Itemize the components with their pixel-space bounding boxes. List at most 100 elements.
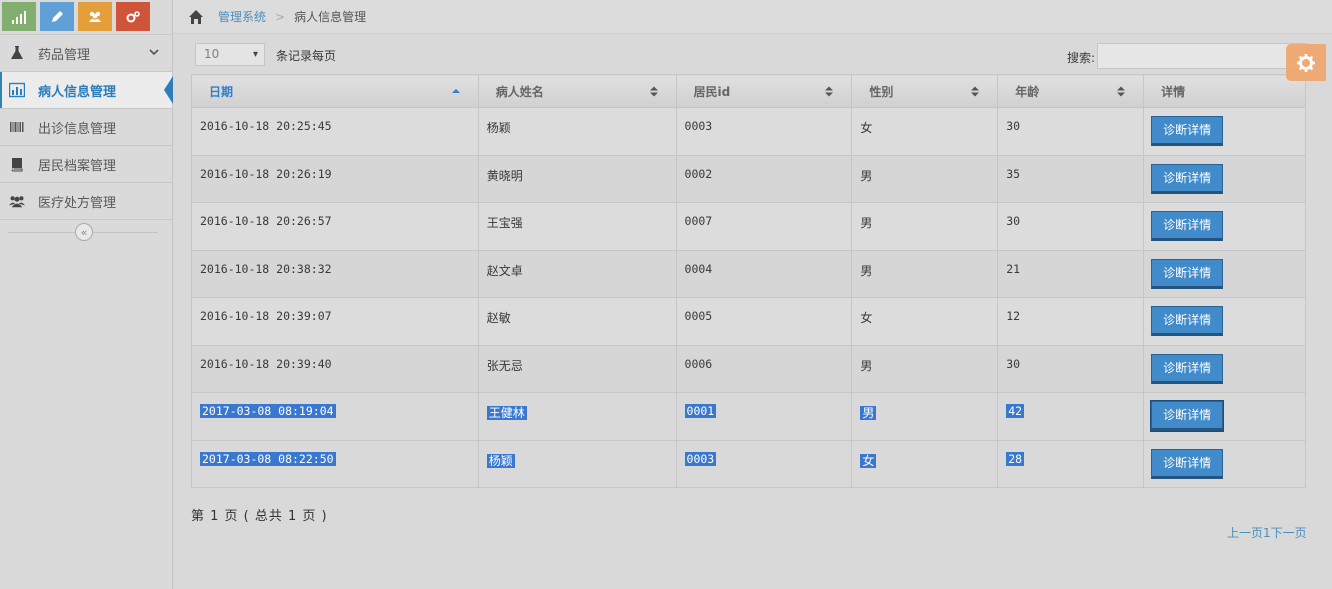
cell-sex: 男 <box>851 392 999 441</box>
users-icon <box>8 193 26 209</box>
column-header-resident-id[interactable]: 居民id <box>675 74 853 108</box>
cell-action: 诊断详情 <box>1143 439 1306 488</box>
prev-page-link[interactable]: 上一页 <box>1227 526 1263 540</box>
page-length-select[interactable]: 10 ▾ <box>195 43 265 66</box>
cell-resident-id: 0002 <box>675 154 853 203</box>
sidebar-item-label: 药品管理 <box>38 47 91 63</box>
cell-name: 王宝强 <box>477 202 677 251</box>
diagnosis-details-button[interactable]: 诊断详情 <box>1151 353 1224 384</box>
page-number-link[interactable]: 1 <box>1263 526 1271 540</box>
cell-date: 2016-10-18 20:39:07 <box>191 297 479 346</box>
cell-date: 2016-10-18 20:26:19 <box>191 154 479 203</box>
cell-resident-id: 0004 <box>675 249 853 298</box>
cell-resident-id: 0003 <box>675 439 853 488</box>
cell-date: 2016-10-18 20:26:57 <box>191 202 479 251</box>
sidebar-item-visit-info[interactable]: 出诊信息管理 <box>0 109 172 146</box>
shortcut-stats-button[interactable] <box>2 2 36 31</box>
cell-action: 诊断详情 <box>1143 297 1306 346</box>
page-length-value: 10 <box>204 47 220 61</box>
sidebar-item-resident-archive[interactable]: 居民档案管理 <box>0 146 172 183</box>
cell-age: 42 <box>997 392 1145 441</box>
table-header-row: 日期 病人姓名 居民id 性别 年龄 详情 <box>191 74 1306 108</box>
cell-sex: 女 <box>851 297 999 346</box>
cell-resident-id: 0007 <box>675 202 853 251</box>
diagnosis-details-button[interactable]: 诊断详情 <box>1151 163 1224 194</box>
shortcut-users-button[interactable] <box>78 2 112 31</box>
next-page-link[interactable]: 下一页 <box>1271 526 1307 540</box>
pencil-icon <box>52 10 63 22</box>
chevron-down-icon <box>149 49 159 56</box>
diagnosis-details-button[interactable]: 诊断详情 <box>1151 401 1224 431</box>
sidebar-collapse-bar: « <box>0 220 172 246</box>
cell-resident-id: 0005 <box>675 297 853 346</box>
shortcut-settings-button[interactable] <box>116 2 150 31</box>
page-length-label: 条记录每页 <box>276 49 337 63</box>
signal-icon <box>12 10 26 24</box>
settings-toggle-button[interactable] <box>1286 44 1326 81</box>
table-row: 2016-10-18 20:38:32 赵文卓 0004 男 21 诊断详情 <box>191 249 1306 298</box>
cell-action: 诊断详情 <box>1143 344 1306 393</box>
cell-age: 30 <box>997 202 1145 251</box>
cell-name: 杨颖 <box>477 439 677 488</box>
caret-down-icon: ▾ <box>252 49 258 60</box>
column-header-name[interactable]: 病人姓名 <box>477 74 677 108</box>
group-icon <box>89 11 101 22</box>
cell-action: 诊断详情 <box>1143 202 1306 251</box>
gear-icon <box>1297 53 1315 72</box>
sort-icon <box>971 86 980 97</box>
cogs-icon <box>126 10 140 22</box>
column-header-sex[interactable]: 性别 <box>851 74 999 108</box>
table-row: 2016-10-18 20:39:07 赵敏 0005 女 12 诊断详情 <box>191 297 1306 346</box>
column-header-details: 详情 <box>1143 74 1306 108</box>
sidebar: 药品管理 病人信息管理 出诊信息管理 居民档案管理 医疗处方管理 « <box>0 0 173 589</box>
active-pointer <box>164 76 173 104</box>
home-icon[interactable] <box>188 9 204 25</box>
cell-sex: 女 <box>851 107 999 156</box>
flask-icon <box>8 45 26 61</box>
cell-name: 黄晓明 <box>477 154 677 203</box>
cell-age: 12 <box>997 297 1145 346</box>
sidebar-item-label: 医疗处方管理 <box>38 195 117 211</box>
cell-age: 30 <box>997 107 1145 156</box>
sidebar-item-drug-management[interactable]: 药品管理 <box>0 35 172 72</box>
breadcrumb-current: 病人信息管理 <box>294 10 367 24</box>
table-row: 2016-10-18 20:26:57 王宝强 0007 男 30 诊断详情 <box>191 202 1306 251</box>
breadcrumb: 管理系统 > 病人信息管理 <box>173 0 1332 34</box>
sidebar-item-patient-info[interactable]: 病人信息管理 <box>0 72 173 109</box>
diagnosis-details-button[interactable]: 诊断详情 <box>1151 211 1224 241</box>
cell-sex: 男 <box>851 154 999 203</box>
sidebar-item-prescription[interactable]: 医疗处方管理 <box>0 183 172 220</box>
shortcut-edit-button[interactable] <box>40 2 74 31</box>
sort-asc-icon <box>451 89 460 93</box>
cell-resident-id: 0001 <box>675 392 853 441</box>
sort-icon <box>1117 86 1126 97</box>
barcode-icon <box>8 119 26 135</box>
search-input[interactable] <box>1097 43 1307 69</box>
patient-table: 日期 病人姓名 居民id 性别 年龄 详情 2016-10-18 20:25:4… <box>191 74 1306 488</box>
main-content: 管理系统 > 病人信息管理 10 ▾ 条记录每页 搜索: 日期 病人姓名 居民i… <box>173 0 1332 589</box>
breadcrumb-separator: > <box>275 9 286 24</box>
sidebar-nav: 药品管理 病人信息管理 出诊信息管理 居民档案管理 医疗处方管理 <box>0 34 173 220</box>
column-header-age[interactable]: 年龄 <box>997 74 1145 108</box>
table-row: 2016-10-18 20:26:19 黄晓明 0002 男 35 诊断详情 <box>191 154 1306 203</box>
shortcut-bar <box>0 0 172 34</box>
cell-name: 张无忌 <box>477 344 677 393</box>
cell-action: 诊断详情 <box>1143 107 1306 156</box>
cell-sex: 女 <box>851 439 999 488</box>
breadcrumb-link-system[interactable]: 管理系统 <box>218 8 266 25</box>
diagnosis-details-button[interactable]: 诊断详情 <box>1151 258 1224 289</box>
table-row: 2016-10-18 20:25:45 杨颖 0003 女 30 诊断详情 <box>191 107 1306 156</box>
collapse-icon[interactable]: « <box>75 223 93 241</box>
diagnosis-details-button[interactable]: 诊断详情 <box>1151 306 1224 336</box>
cell-date: 2016-10-18 20:39:40 <box>191 344 479 393</box>
diagnosis-details-button[interactable]: 诊断详情 <box>1151 448 1224 479</box>
column-header-date[interactable]: 日期 <box>191 74 479 108</box>
cell-resident-id: 0003 <box>675 107 853 156</box>
diagnosis-details-button[interactable]: 诊断详情 <box>1151 116 1224 146</box>
cell-name: 赵敏 <box>477 297 677 346</box>
cell-sex: 男 <box>851 344 999 393</box>
cell-date: 2016-10-18 20:38:32 <box>191 249 479 298</box>
cell-age: 21 <box>997 249 1145 298</box>
cell-date: 2016-10-18 20:25:45 <box>191 107 479 156</box>
cell-date: 2017-03-08 08:22:50 <box>191 439 479 488</box>
